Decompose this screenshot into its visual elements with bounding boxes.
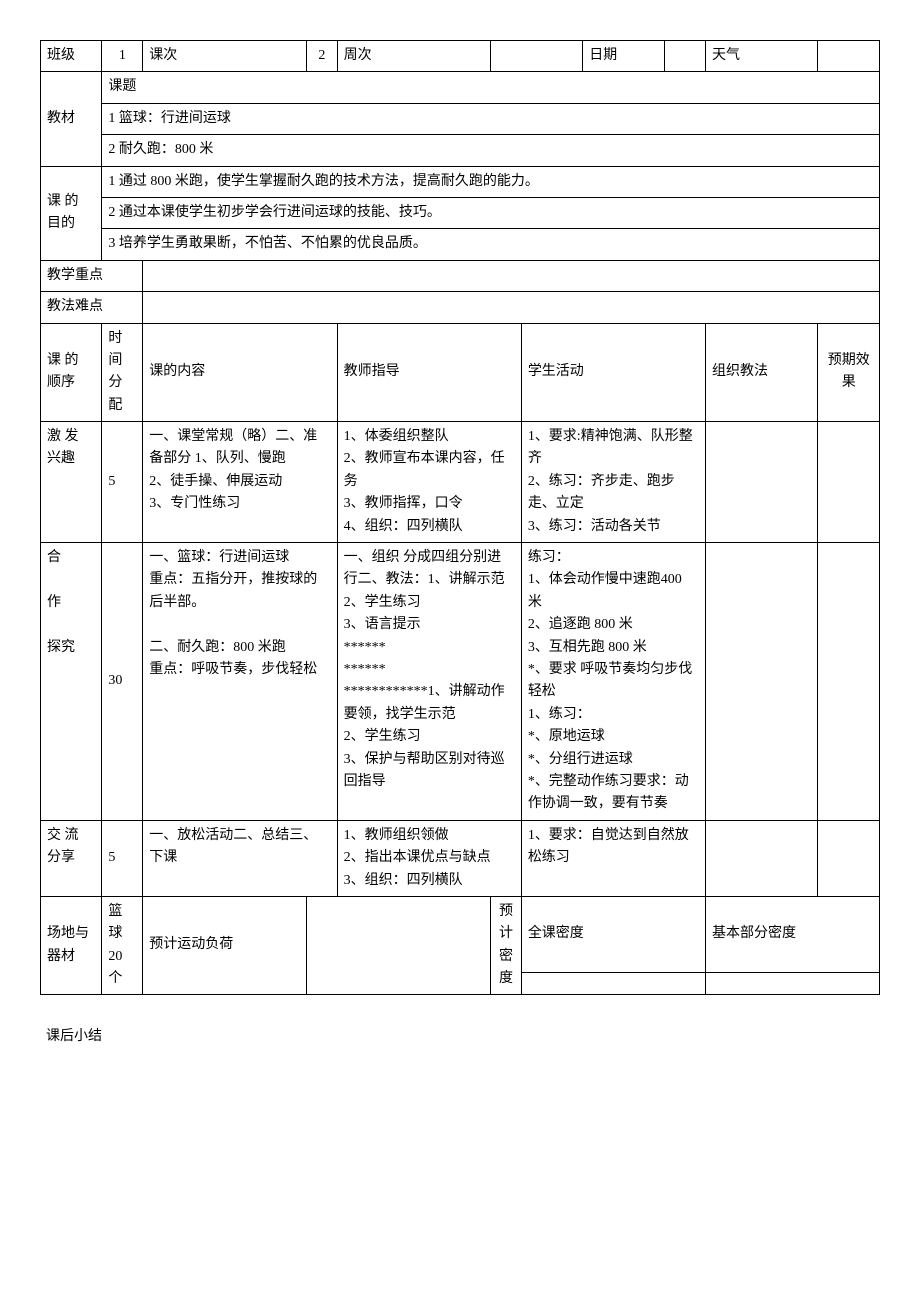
weather-label: 天气 — [705, 41, 818, 72]
load-value — [306, 896, 490, 995]
row3-expect — [818, 820, 880, 896]
row1-time: 5 — [102, 422, 143, 543]
purpose-line2: 2 通过本课使学生初步学会行进间运球的技能、技巧。 — [102, 197, 880, 228]
row3-seq: 交 流 分享 — [41, 820, 102, 896]
row1-student: 1、要求:精神饱满、队形整齐 2、练习：齐步走、跑步走、立定 3、练习：活动各关… — [521, 422, 705, 543]
material-line2: 2 耐久跑：800 米 — [102, 135, 880, 166]
difficulty-value — [143, 292, 880, 323]
row3-org — [705, 820, 818, 896]
row1-org — [705, 422, 818, 543]
row1-expect — [818, 422, 880, 543]
keypoint-label: 教学重点 — [41, 260, 143, 291]
density-label: 预计密度 — [491, 896, 522, 995]
row2-content: 一、篮球：行进间运球 重点：五指分开，推按球的后半部。 二、耐久跑：800 米跑… — [143, 543, 337, 821]
row1-teacher: 1、体委组织整队 2、教师宣布本课内容，任务 3、教师指挥，口令 4、组织：四列… — [337, 422, 521, 543]
week-label: 周次 — [337, 41, 490, 72]
col-seq: 课 的 顺序 — [41, 323, 102, 422]
material-label: 教材 — [41, 72, 102, 166]
lesson-no-label: 课次 — [143, 41, 307, 72]
row3-student: 1、要求：自觉达到自然放松练习 — [521, 820, 705, 896]
difficulty-label: 教法难点 — [41, 292, 143, 323]
row2-expect — [818, 543, 880, 821]
row1-seq: 激 发 兴趣 — [41, 422, 102, 543]
field-label: 场地与器材 — [41, 896, 102, 995]
row2-seq: 合 作 探究 — [41, 543, 102, 821]
row2-time: 30 — [102, 543, 143, 821]
header-row: 班级 1 课次 2 周次 日期 天气 — [41, 41, 880, 72]
row3-content: 一、放松活动二、总结三、下课 — [143, 820, 337, 896]
col-student: 学生活动 — [521, 323, 705, 422]
row2-teacher: 一、组织 分成四组分别进行二、教法：1、讲解示范 2、学生练习 3、语言提示 *… — [337, 543, 521, 821]
col-content: 课的内容 — [143, 323, 337, 422]
purpose-line3: 3 培养学生勇敢果断，不怕苦、不怕累的优良品质。 — [102, 229, 880, 260]
lesson-plan-table: 班级 1 课次 2 周次 日期 天气 教材 课题 1 篮球：行进间运球 2 耐久… — [40, 40, 880, 995]
load-label: 预计运动负荷 — [143, 896, 307, 995]
table-row: 交 流 分享 5 一、放松活动二、总结三、下课 1、教师组织领做 2、指出本课优… — [41, 820, 880, 896]
col-expect: 预期效果 — [818, 323, 880, 422]
row2-org — [705, 543, 818, 821]
material-line1: 1 篮球：行进间运球 — [102, 103, 880, 134]
row3-teacher: 1、教师组织领做 2、指出本课优点与缺点 3、组织：四列横队 — [337, 820, 521, 896]
full-density-label: 全课密度 — [521, 896, 705, 973]
keypoint-value — [143, 260, 880, 291]
class-value: 1 — [102, 41, 143, 72]
table-row: 合 作 探究 30 一、篮球：行进间运球 重点：五指分开，推按球的后半部。 二、… — [41, 543, 880, 821]
row3-time: 5 — [102, 820, 143, 896]
topic-label: 课题 — [102, 72, 880, 103]
full-density-value — [521, 973, 705, 995]
bottom-row: 场地与器材 篮球20 个 预计运动负荷 预计密度 全课密度 基本部分密度 — [41, 896, 880, 973]
purpose-label: 课 的 目的 — [41, 166, 102, 260]
part-density-label: 基本部分密度 — [705, 896, 879, 973]
class-label: 班级 — [41, 41, 102, 72]
weather-value — [818, 41, 880, 72]
date-label: 日期 — [583, 41, 665, 72]
footnote: 课后小结 — [40, 1025, 880, 1045]
col-time: 时间分配 — [102, 323, 143, 422]
field-value: 篮球20 个 — [102, 896, 143, 995]
part-density-value — [705, 973, 879, 995]
col-teacher: 教师指导 — [337, 323, 521, 422]
date-value — [665, 41, 706, 72]
col-org: 组织教法 — [705, 323, 818, 422]
row2-student: 练习： 1、体会动作慢中速跑400 米 2、追逐跑 800 米 3、互相先跑 8… — [521, 543, 705, 821]
table-row: 激 发 兴趣 5 一、课堂常规（略）二、准备部分 1、队列、慢跑 2、徒手操、伸… — [41, 422, 880, 543]
lesson-no-value: 2 — [306, 41, 337, 72]
purpose-line1: 1 通过 800 米跑，使学生掌握耐久跑的技术方法，提高耐久跑的能力。 — [102, 166, 880, 197]
row1-content: 一、课堂常规（略）二、准备部分 1、队列、慢跑 2、徒手操、伸展运动 3、专门性… — [143, 422, 337, 543]
week-value — [491, 41, 583, 72]
columns-header: 课 的 顺序 时间分配 课的内容 教师指导 学生活动 组织教法 预期效果 — [41, 323, 880, 422]
